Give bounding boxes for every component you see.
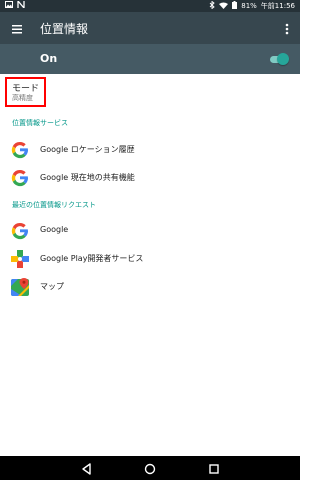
battery-icon <box>232 1 238 11</box>
location-sharing-label: Google 現在地の共有機能 <box>40 173 135 182</box>
recent-play-services-label: Google Play開発者サービス <box>40 254 144 263</box>
mode-summary: 高精度 <box>12 94 33 102</box>
nfc-icon <box>17 0 25 10</box>
master-switch-label: On <box>40 52 58 65</box>
recent-maps-label: マップ <box>40 282 64 291</box>
toolbar: 位置情報 <box>0 12 300 44</box>
google-g-icon <box>10 168 30 188</box>
more-vert-icon[interactable] <box>282 21 292 35</box>
status-bar: 81% 午前11:56 <box>0 0 300 12</box>
recent-play-services-item[interactable]: Google Play開発者サービス <box>0 245 300 273</box>
location-sharing-item[interactable]: Google 現在地の共有機能 <box>0 164 300 192</box>
google-play-services-icon <box>10 249 30 269</box>
system-navigation-bar <box>0 456 300 480</box>
recent-google-label: Google <box>40 225 69 234</box>
google-maps-icon <box>10 277 30 297</box>
hamburger-menu-icon[interactable] <box>10 21 24 35</box>
location-history-item[interactable]: Google ロケーション履歴 <box>0 136 300 164</box>
back-triangle-icon[interactable] <box>80 461 94 475</box>
toggle-thumb <box>277 53 289 65</box>
bluetooth-icon <box>209 0 215 11</box>
location-services-header: 位置情報サービス <box>12 119 68 127</box>
wifi-icon <box>219 2 229 11</box>
location-master-switch-bar[interactable]: On <box>0 44 300 74</box>
recent-google-item[interactable]: Google <box>0 217 300 245</box>
google-g-icon <box>10 221 30 241</box>
recents-square-icon[interactable] <box>207 461 221 475</box>
recent-maps-item[interactable]: マップ <box>0 273 300 301</box>
google-g-icon <box>10 140 30 160</box>
page-title: 位置情報 <box>40 22 89 36</box>
recent-requests-header: 最近の位置情報リクエスト <box>12 201 96 209</box>
battery-percent: 81% <box>241 2 257 10</box>
image-notification-icon <box>5 1 13 10</box>
location-history-label: Google ロケーション履歴 <box>40 145 135 154</box>
location-toggle[interactable] <box>270 53 289 65</box>
home-circle-icon[interactable] <box>143 461 157 475</box>
mode-setting[interactable]: モード 高精度 <box>0 76 300 110</box>
clock: 午前11:56 <box>260 2 295 10</box>
